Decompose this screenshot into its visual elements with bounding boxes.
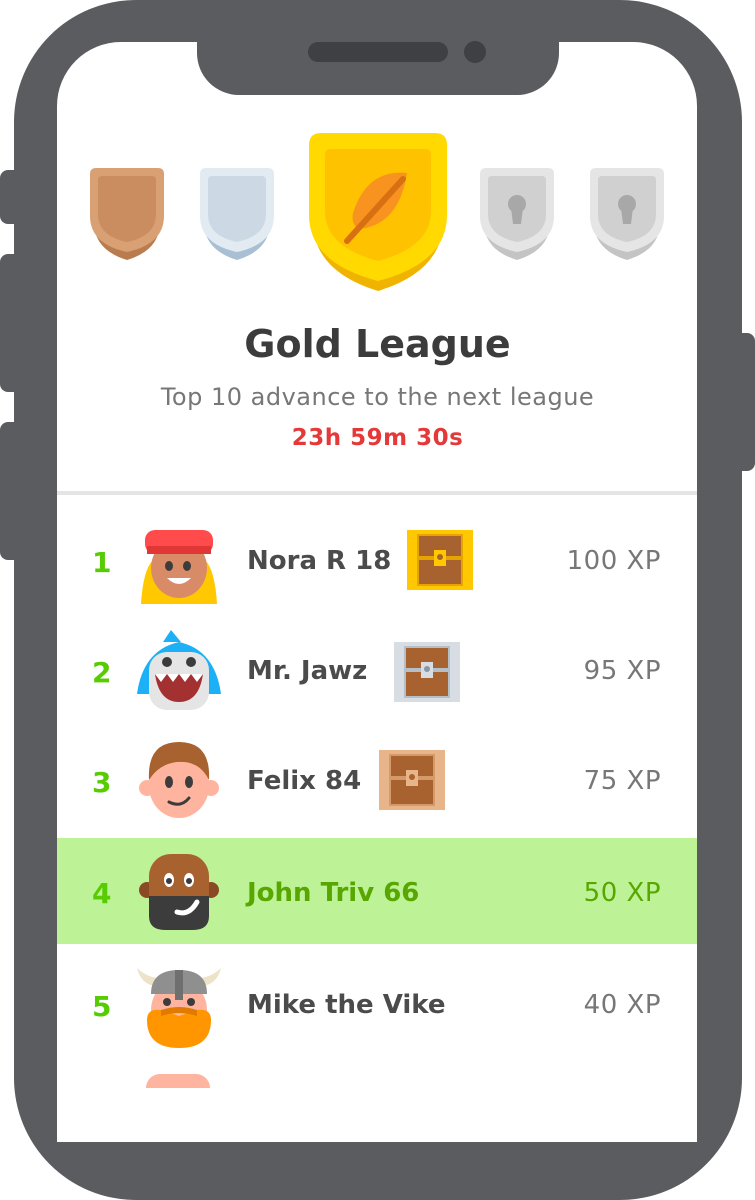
avatar — [137, 850, 221, 934]
league-title: Gold League — [244, 322, 511, 366]
leaderboard-row[interactable]: 2 Mr. Jawz 95 XP — [57, 618, 697, 724]
leaderboard-row[interactable]: 1 Nora R 18 100 XP — [57, 508, 697, 614]
chest-bronze-icon — [379, 750, 445, 810]
user-name: Mr. Jawz — [247, 656, 368, 686]
league-badge-locked-2[interactable] — [586, 168, 668, 260]
league-badge-gold[interactable] — [307, 133, 449, 293]
xp-value: 50 XP — [583, 878, 661, 908]
user-name: John Triv 66 — [247, 878, 420, 908]
league-badge-locked-1[interactable] — [476, 168, 558, 260]
chest-gold-icon — [407, 530, 473, 590]
leaderboard-row-current-user[interactable]: 4 John Triv 66 50 XP — [57, 838, 697, 944]
rank-number: 5 — [92, 990, 112, 1023]
rank-number: 3 — [92, 766, 112, 799]
avatar — [137, 520, 221, 604]
league-timer: 23h 59m 30s — [291, 425, 464, 451]
league-subtitle: Top 10 advance to the next league — [160, 383, 595, 411]
rank-number: 4 — [92, 877, 112, 910]
mute-switch — [0, 170, 16, 224]
avatar — [137, 964, 221, 1048]
user-name: Nora R 18 — [247, 546, 392, 576]
avatar — [137, 630, 221, 714]
chest-silver-icon — [394, 642, 460, 702]
user-name: Mike the Vike — [247, 990, 446, 1020]
leaderboard-row[interactable]: 3 Felix 84 75 XP — [57, 728, 697, 834]
xp-value: 40 XP — [583, 990, 661, 1020]
rank-number: 1 — [92, 546, 112, 579]
divider — [57, 491, 697, 495]
avatar — [146, 1074, 210, 1088]
rank-number: 2 — [92, 656, 112, 689]
leaderboard-row[interactable]: 5 Mike the Vike 40 XP — [57, 952, 697, 1058]
user-name: Felix 84 — [247, 766, 362, 796]
xp-value: 75 XP — [583, 766, 661, 796]
xp-value: 95 XP — [583, 656, 661, 686]
speaker-grille — [308, 42, 448, 62]
avatar — [137, 736, 221, 820]
front-camera — [464, 41, 486, 63]
league-badge-silver[interactable] — [196, 168, 278, 260]
league-badge-bronze[interactable] — [86, 168, 168, 260]
xp-value: 100 XP — [566, 546, 661, 576]
